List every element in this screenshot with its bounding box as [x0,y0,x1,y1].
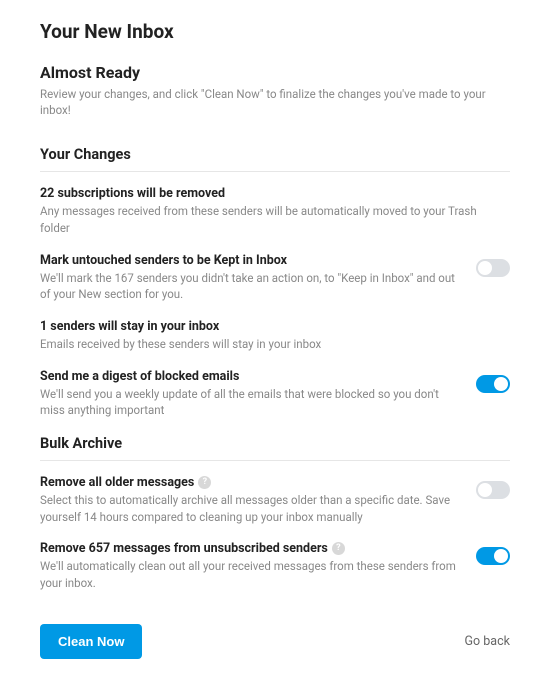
change-item-title: Mark untouched senders to be Kept in Inb… [40,253,464,268]
change-item-stay-inbox: 1 senders will stay in your inbox Emails… [40,319,510,353]
change-item-desc: We'll send you a weekly update of all th… [40,386,464,419]
toggle-remove-unsubscribed[interactable] [476,547,510,565]
change-item-title: Send me a digest of blocked emails [40,369,464,384]
go-back-link[interactable]: Go back [465,634,510,649]
help-icon[interactable]: ? [198,476,211,489]
bulk-item-desc: We'll automatically clean out all your r… [40,558,464,591]
bulk-item-unsubscribed: Remove 657 messages from unsubscribed se… [40,541,510,591]
change-item-subscriptions-removed: 22 subscriptions will be removed Any mes… [40,186,510,236]
almost-ready-heading: Almost Ready [40,63,510,82]
toggle-mark-untouched[interactable] [476,259,510,277]
bulk-item-title-text: Remove 657 messages from unsubscribed se… [40,541,328,556]
change-item-desc: We'll mark the 167 senders you didn't ta… [40,270,464,303]
bulk-item-title-text: Remove all older messages [40,475,194,490]
your-changes-heading: Your Changes [40,146,510,172]
change-item-digest: Send me a digest of blocked emails We'll… [40,369,510,419]
clean-now-button[interactable]: Clean Now [40,624,142,659]
almost-ready-subtitle: Review your changes, and click "Clean No… [40,86,510,118]
toggle-remove-older[interactable] [476,481,510,499]
bulk-item-title: Remove 657 messages from unsubscribed se… [40,541,464,556]
page-title: Your New Inbox [40,20,510,43]
toggle-digest[interactable] [476,375,510,393]
bulk-item-title: Remove all older messages ? [40,475,464,490]
bulk-item-desc: Select this to automatically archive all… [40,492,464,525]
change-item-title: 1 senders will stay in your inbox [40,319,498,334]
change-item-mark-untouched: Mark untouched senders to be Kept in Inb… [40,253,510,303]
change-item-desc: Emails received by these senders will st… [40,336,498,353]
bulk-item-older-messages: Remove all older messages ? Select this … [40,475,510,525]
change-item-title: 22 subscriptions will be removed [40,186,498,201]
footer: Clean Now Go back [40,624,510,659]
change-item-desc: Any messages received from these senders… [40,203,498,236]
help-icon[interactable]: ? [332,542,345,555]
bulk-archive-heading: Bulk Archive [40,435,510,461]
